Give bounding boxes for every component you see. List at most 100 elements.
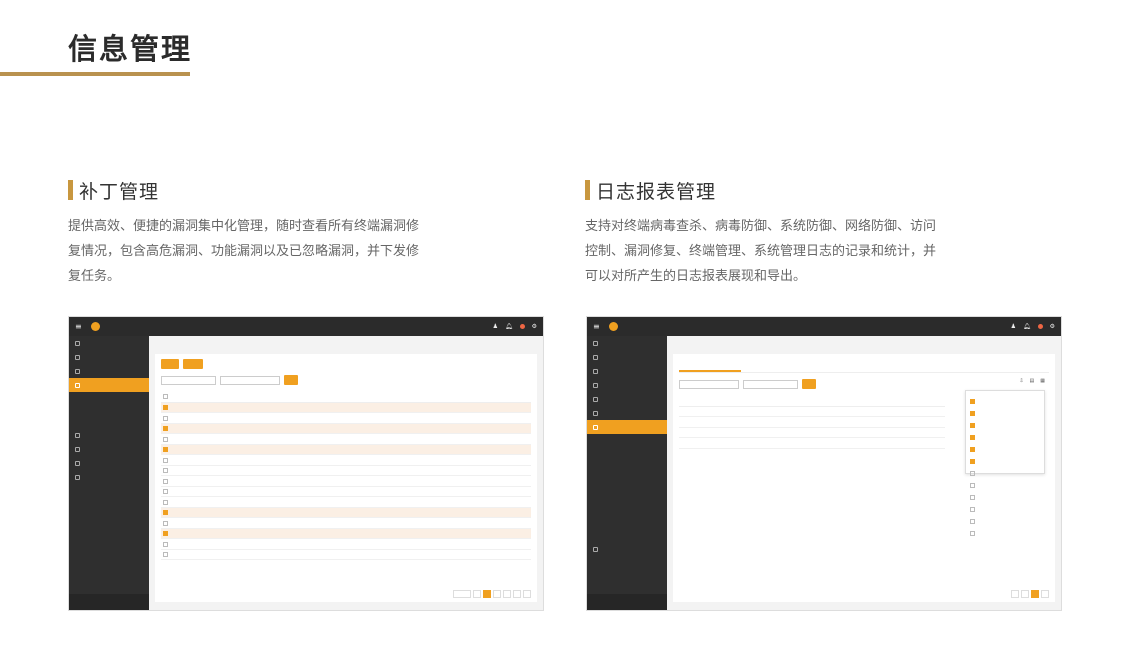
sidebar-item — [69, 442, 149, 456]
table-row — [161, 454, 531, 466]
sidebar-subitem — [587, 506, 667, 518]
notification-badge-icon — [1037, 324, 1043, 329]
breadcrumb — [673, 340, 1055, 350]
log-panel: ⇩ ▤ ▦ — [673, 354, 1055, 602]
query-button — [284, 375, 299, 385]
page-current — [483, 590, 491, 598]
sidebar-item — [587, 392, 667, 406]
filter-input — [220, 375, 280, 385]
page-next — [523, 590, 531, 598]
tab — [741, 359, 803, 372]
table-row — [161, 528, 531, 539]
pagination — [161, 590, 531, 598]
table-row — [161, 475, 531, 487]
sidebar-item — [587, 406, 667, 420]
sidebar-item — [587, 336, 667, 350]
table-row — [161, 507, 531, 518]
sidebar-subitem — [587, 518, 667, 530]
sidebar-item — [69, 336, 149, 350]
patch-section-title: 补丁管理 — [79, 180, 160, 203]
table-row — [161, 517, 531, 529]
page-prev — [1021, 590, 1029, 598]
page-number — [503, 590, 511, 598]
page-prev — [473, 590, 481, 598]
sidebar-item — [69, 350, 149, 364]
page-title: 信息管理 — [68, 32, 193, 66]
device-icon — [75, 446, 80, 452]
patch-icon — [593, 382, 598, 388]
sidebar-item-active — [587, 420, 667, 434]
app-logo-icon — [91, 322, 100, 331]
virus-icon — [75, 368, 80, 374]
sidebar-item — [69, 456, 149, 470]
patch-table — [161, 391, 531, 560]
export-icon: ⇩ — [1019, 378, 1024, 384]
query-button — [802, 379, 817, 389]
sidebar-item — [69, 470, 149, 484]
page-next — [1041, 590, 1049, 598]
app-topbar: ≡ ♟ 🔔︎ ⚙ — [587, 317, 1061, 336]
sidebar-item — [69, 428, 149, 442]
section-marker — [68, 180, 73, 200]
tab — [987, 359, 1049, 372]
menu-icon: ≡ — [75, 322, 82, 331]
app-topbar: ≡ ♟ 🔔︎ ⚙ — [69, 317, 543, 336]
filter-select — [743, 379, 798, 389]
tab — [926, 359, 988, 372]
sidebar-item — [69, 364, 149, 378]
table-row — [161, 465, 531, 476]
pagination — [679, 590, 1049, 598]
table-row — [679, 406, 946, 417]
filter-select — [161, 375, 216, 385]
column-menu — [965, 390, 1045, 536]
device-icon — [593, 410, 598, 416]
breadcrumb — [155, 340, 537, 350]
log-screenshot: ≡ ♟ 🔔︎ ⚙ ⇩ ▤ ▦ — [586, 316, 1062, 611]
table-row — [161, 433, 531, 445]
app-logo-icon — [609, 322, 618, 331]
table-row — [161, 402, 531, 413]
bell-icon: 🔔︎ — [504, 323, 513, 330]
page-size-select — [1011, 590, 1019, 598]
table-row — [161, 486, 531, 497]
print-icon: ▦ — [1040, 378, 1045, 384]
home-icon — [593, 340, 598, 346]
section-marker — [585, 180, 590, 200]
page-current — [1031, 590, 1039, 598]
date-range-input — [679, 379, 739, 389]
table-row — [161, 412, 531, 424]
table-row — [161, 538, 531, 550]
app-sidebar — [587, 336, 667, 610]
table-tools: ⇩ ▤ ▦ — [1019, 378, 1045, 384]
tab — [864, 359, 926, 372]
menu-icon: ≡ — [593, 322, 600, 331]
sidebar-subitem-active — [587, 482, 667, 494]
sidebar-footer — [587, 594, 667, 610]
page-number — [513, 590, 521, 598]
page-size-select — [453, 590, 471, 598]
table-header-row — [161, 391, 531, 403]
log-table — [679, 395, 946, 449]
monitor-icon — [593, 354, 598, 360]
columns-icon: ▤ — [1029, 378, 1035, 384]
shield-icon — [75, 432, 80, 438]
settings-icon: ⚙ — [531, 323, 537, 330]
table-row — [679, 416, 946, 428]
sidebar-item-active — [69, 378, 149, 392]
sidebar-subitem-active — [69, 404, 149, 416]
table-row — [161, 444, 531, 455]
bell-icon: 🔔︎ — [1022, 323, 1031, 330]
sidebar-subitem — [69, 416, 149, 428]
sidebar-item — [587, 364, 667, 378]
settings-icon: ⚙ — [1049, 323, 1055, 330]
log-section-description: 支持对终端病毒查杀、病毒防御、系统防御、网络防御、访问控制、漏洞修复、终端管理、… — [585, 219, 937, 284]
patch-icon — [75, 382, 80, 388]
tab — [802, 359, 864, 372]
sidebar-subitem — [69, 392, 149, 404]
tab-active — [679, 359, 741, 372]
table-row — [679, 427, 946, 438]
chart-icon — [593, 424, 598, 430]
virus-icon — [593, 368, 598, 374]
monitor-icon — [75, 354, 80, 360]
title-underline — [0, 72, 190, 76]
